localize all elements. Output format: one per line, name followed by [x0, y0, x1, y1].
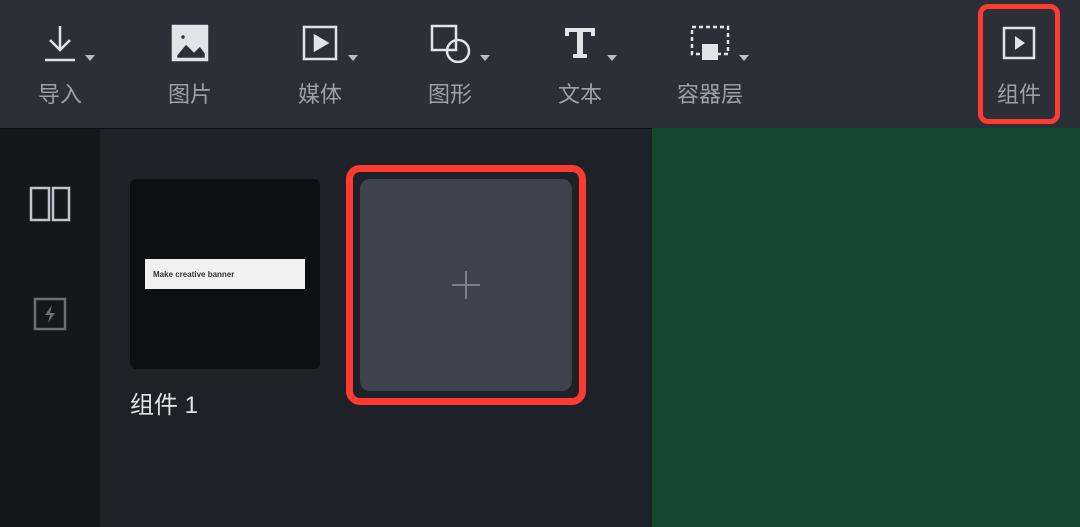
component-item[interactable]: Make creative banner 组件 1 — [130, 179, 320, 420]
layout-icon — [28, 185, 72, 223]
image-label: 图片 — [168, 77, 212, 109]
component-label: 组件 — [997, 77, 1041, 109]
panel-content: Make creative banner 组件 1 — [100, 129, 652, 527]
shape-button[interactable]: 图形 — [410, 19, 490, 109]
import-button[interactable]: 导入 — [20, 19, 100, 109]
media-button[interactable]: 媒体 — [280, 19, 360, 109]
component-panel: Make creative banner 组件 1 — [0, 128, 652, 527]
text-button[interactable]: 文本 — [540, 19, 620, 109]
add-component-wrap — [360, 179, 572, 391]
caret-down-icon — [607, 55, 617, 61]
shape-icon — [428, 23, 472, 63]
banner-preview-text: Make creative banner — [153, 270, 234, 279]
import-label: 导入 — [38, 77, 82, 109]
container-button[interactable]: 容器层 — [670, 19, 750, 109]
caret-down-icon — [85, 55, 95, 61]
media-icon — [300, 23, 340, 63]
main-toolbar: 导入 图片 媒体 — [0, 0, 1080, 128]
flash-icon — [31, 295, 69, 333]
text-icon — [561, 24, 599, 62]
component-button[interactable]: 组件 — [978, 4, 1060, 124]
image-icon — [170, 23, 210, 63]
banner-preview: Make creative banner — [145, 259, 305, 289]
text-label: 文本 — [558, 77, 602, 109]
component-item-label: 组件 1 — [130, 385, 320, 420]
caret-down-icon — [739, 55, 749, 61]
media-label: 媒体 — [298, 77, 342, 109]
component-thumbnail: Make creative banner — [130, 179, 320, 369]
layout-tab[interactable] — [0, 169, 100, 239]
component-icon — [1000, 24, 1038, 62]
panel-side-tabs — [0, 129, 100, 527]
import-icon — [43, 24, 77, 62]
caret-down-icon — [480, 55, 490, 61]
plus-icon — [446, 265, 486, 305]
shape-label: 图形 — [428, 77, 472, 109]
flash-tab[interactable] — [0, 279, 100, 349]
add-component-button[interactable] — [360, 179, 572, 391]
container-label: 容器层 — [677, 77, 743, 109]
image-button[interactable]: 图片 — [150, 19, 230, 109]
container-icon — [689, 24, 731, 62]
caret-down-icon — [348, 55, 358, 61]
